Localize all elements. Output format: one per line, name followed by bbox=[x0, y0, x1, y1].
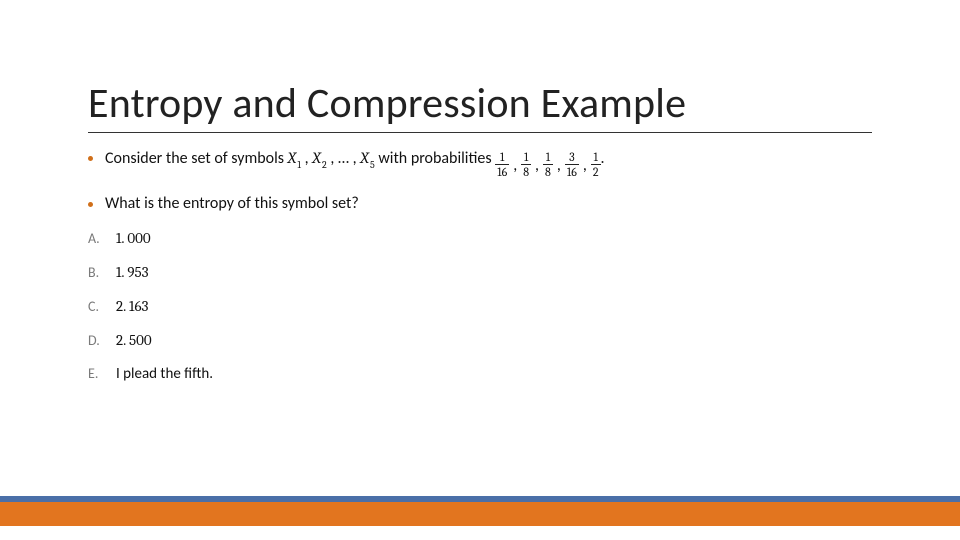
symbol-sub: 1 bbox=[297, 159, 301, 172]
option-b: B. 1. 953 bbox=[88, 263, 888, 281]
fraction-den: 16 bbox=[495, 164, 509, 178]
footer-bar bbox=[0, 496, 960, 526]
ellipsis: , … , bbox=[330, 149, 360, 168]
option-value: 2. 163 bbox=[116, 297, 148, 315]
option-c: C. 2. 163 bbox=[88, 297, 888, 315]
page-title: Entropy and Compression Example bbox=[88, 78, 686, 139]
question-bullet: What is the entropy of this symbol set? bbox=[88, 194, 888, 215]
fraction: 1 16 bbox=[495, 151, 509, 178]
question-text: What is the entropy of this symbol set? bbox=[105, 194, 359, 215]
symbol-x1: X 1 bbox=[288, 148, 301, 169]
fraction: 1 8 bbox=[543, 151, 553, 178]
option-value: 2. 500 bbox=[116, 331, 152, 349]
fraction-num: 3 bbox=[567, 151, 577, 164]
fraction: 1 8 bbox=[521, 151, 531, 178]
option-label: A. bbox=[88, 230, 116, 247]
fraction-num: 1 bbox=[544, 151, 552, 164]
title-underline bbox=[88, 132, 872, 133]
option-label: D. bbox=[88, 332, 116, 349]
symbol-x5: X 5 bbox=[360, 148, 374, 169]
intro-prefix: Consider the set of symbols bbox=[105, 149, 288, 168]
fraction-num: 1 bbox=[592, 151, 600, 164]
option-d: D. 2. 500 bbox=[88, 331, 888, 349]
fraction-den: 16 bbox=[565, 164, 579, 178]
option-label: E. bbox=[88, 365, 116, 382]
fraction-den: 2 bbox=[591, 164, 601, 178]
intro-mid: with probabilities bbox=[378, 149, 495, 168]
fraction-den: 8 bbox=[543, 164, 553, 178]
option-e: E. I plead the fifth. bbox=[88, 365, 888, 383]
option-label: C. bbox=[88, 298, 116, 315]
fraction: 3 16 bbox=[565, 151, 579, 178]
fraction: 1 2 bbox=[591, 151, 601, 178]
intro-text: Consider the set of symbols X 1 , X 2 , … bbox=[105, 148, 605, 180]
bullet-dot-icon bbox=[88, 156, 93, 161]
symbol-x2: X 2 bbox=[312, 148, 326, 169]
option-value: I plead the fifth. bbox=[116, 365, 213, 383]
bullet-dot-icon bbox=[88, 202, 93, 207]
symbol-base: X bbox=[288, 148, 297, 169]
symbol-sub: 5 bbox=[370, 159, 375, 172]
intro-end: . bbox=[601, 149, 605, 168]
fraction-num: 1 bbox=[522, 151, 530, 164]
intro-bullet: Consider the set of symbols X 1 , X 2 , … bbox=[88, 148, 888, 180]
footer-orange-stripe bbox=[0, 502, 960, 526]
slide: Entropy and Compression Example Consider… bbox=[0, 0, 960, 540]
option-label: B. bbox=[88, 264, 116, 281]
slide-body: Consider the set of symbols X 1 , X 2 , … bbox=[88, 148, 888, 399]
option-value: 1. 000 bbox=[116, 229, 151, 247]
symbol-sub: 2 bbox=[322, 159, 327, 172]
answer-options: A. 1. 000 B. 1. 953 C. 2. 163 D. 2. 500 … bbox=[88, 229, 888, 383]
fraction-num: 1 bbox=[498, 151, 506, 164]
symbol-base: X bbox=[360, 148, 369, 169]
probability-list: 1 16 , 1 8 , 1 8 , 3 16 , bbox=[495, 153, 600, 180]
fraction-den: 8 bbox=[521, 164, 531, 178]
symbol-base: X bbox=[312, 148, 321, 169]
option-value: 1. 953 bbox=[116, 263, 149, 281]
option-a: A. 1. 000 bbox=[88, 229, 888, 247]
